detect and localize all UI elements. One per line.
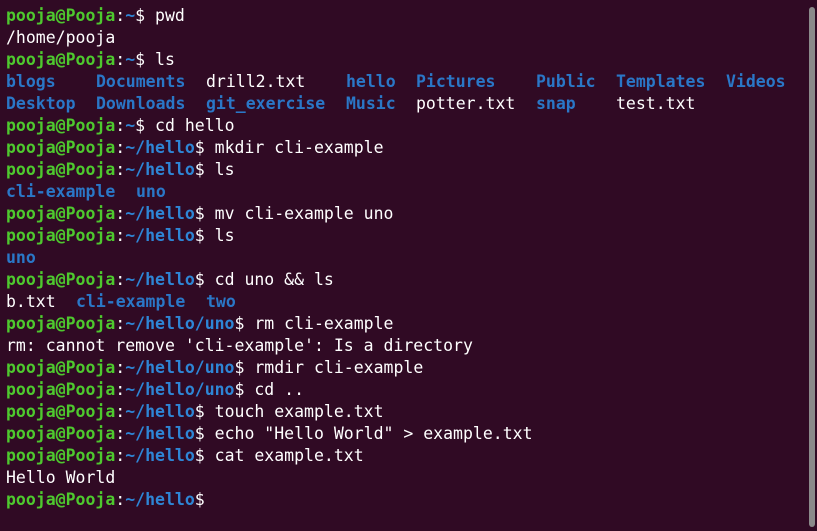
- prompt-line: pooja@Pooja:~/hello/uno$ rm cli-example: [6, 314, 394, 333]
- prompt-user: pooja@Pooja: [6, 160, 116, 179]
- listing-row: b.txt cli-example two: [6, 291, 817, 313]
- prompt-line: pooja@Pooja:~$ ls: [6, 50, 175, 69]
- dir-entry: Downloads: [96, 94, 186, 113]
- listing-row: blogs Documents drill2.txt hello Pictures Pub…: [6, 71, 817, 93]
- prompt-line: pooja@Pooja:~/hello/uno$ rmdir cli-examp…: [6, 358, 424, 377]
- prompt-path: ~/hello/uno: [125, 380, 235, 399]
- prompt-user: pooja@Pooja: [6, 226, 116, 245]
- dir-entry: blogs: [6, 72, 56, 91]
- listing-row: Desktop Downloads git_exercise Music potter.…: [6, 93, 817, 115]
- dir-entry: Videos: [726, 72, 786, 91]
- prompt-line: pooja@Pooja:~/hello$ mkdir cli-example: [6, 138, 384, 157]
- dir-entry: snap: [536, 94, 576, 113]
- dir-entry: uno: [6, 248, 36, 267]
- current-prompt-line[interactable]: pooja@Pooja:~/hello$: [6, 489, 817, 511]
- prompt-user: pooja@Pooja: [6, 116, 116, 135]
- prompt-user: pooja@Pooja: [6, 50, 116, 69]
- prompt-path: ~/hello: [125, 160, 195, 179]
- prompt-line: pooja@Pooja:~/hello$ cd uno && ls: [6, 270, 334, 289]
- file-entry: b.txt: [6, 292, 56, 311]
- prompt-line: pooja@Pooja:~/hello/uno$ cd ..: [6, 380, 305, 399]
- command-text: cd hello: [145, 116, 235, 135]
- prompt-user: pooja@Pooja: [6, 446, 116, 465]
- prompt-path: ~/hello/uno: [125, 358, 235, 377]
- prompt-line: pooja@Pooja:~/hello$ ls: [6, 226, 235, 245]
- file-entry: drill2.txt: [206, 72, 306, 91]
- command-text: rm cli-example: [244, 314, 394, 333]
- dir-entry: cli-example: [6, 182, 116, 201]
- output-line: rm: cannot remove 'cli-example': Is a di…: [6, 335, 817, 357]
- prompt-path: ~/hello: [125, 204, 195, 223]
- terminal-window[interactable]: pooja@Pooja:~$ pwd /home/pooja pooja@Poo…: [0, 0, 817, 531]
- command-text: touch example.txt: [204, 402, 384, 421]
- command-text: cat example.txt: [204, 446, 364, 465]
- command-text: mv cli-example uno: [204, 204, 394, 223]
- command-text: ls: [145, 50, 175, 69]
- dir-entry: Documents: [96, 72, 186, 91]
- prompt-line: pooja@Pooja:~/hello$ echo "Hello World" …: [6, 424, 533, 443]
- prompt-path: ~/hello: [125, 446, 195, 465]
- prompt-path: ~/hello: [125, 424, 195, 443]
- command-text: mkdir cli-example: [204, 138, 384, 157]
- scrollbar[interactable]: [806, 0, 817, 531]
- prompt-path: ~/hello: [125, 402, 195, 421]
- prompt-user: pooja@Pooja: [6, 358, 116, 377]
- prompt-line: pooja@Pooja:~$ cd hello: [6, 116, 235, 135]
- prompt-line: pooja@Pooja:~/hello$ touch example.txt: [6, 402, 384, 421]
- output-text: /home/pooja: [6, 28, 116, 47]
- dir-entry: Desktop: [6, 94, 76, 113]
- prompt-user: pooja@Pooja: [6, 424, 116, 443]
- prompt-user: pooja@Pooja: [6, 6, 116, 25]
- dir-entry: Templates: [616, 72, 706, 91]
- command-text: cd ..: [244, 380, 305, 399]
- prompt-path: ~/hello: [125, 226, 195, 245]
- prompt-user: pooja@Pooja: [6, 314, 116, 333]
- prompt-line: pooja@Pooja:~/hello$ ls: [6, 160, 235, 179]
- command-text: pwd: [145, 6, 185, 25]
- dir-entry: uno: [136, 182, 166, 201]
- prompt-path: ~: [125, 50, 136, 69]
- prompt-user: pooja@Pooja: [6, 204, 116, 223]
- terminal-output: pooja@Pooja:~$ pwd /home/pooja pooja@Poo…: [6, 5, 817, 511]
- prompt-user: pooja@Pooja: [6, 270, 116, 289]
- prompt-user: pooja@Pooja: [6, 138, 116, 157]
- file-entry: test.txt: [616, 94, 696, 113]
- listing-row: cli-example uno: [6, 181, 817, 203]
- listing-row: uno: [6, 247, 817, 269]
- dir-entry: git_exercise: [206, 94, 326, 113]
- scrollbar-thumb[interactable]: [809, 7, 815, 527]
- command-text: echo "Hello World" > example.txt: [204, 424, 533, 443]
- prompt-line: pooja@Pooja:~/hello$ mv cli-example uno: [6, 204, 394, 223]
- command-text: cd uno && ls: [204, 270, 334, 289]
- prompt-user: pooja@Pooja: [6, 380, 116, 399]
- prompt-line: pooja@Pooja:~$ pwd: [6, 6, 185, 25]
- prompt-path: ~/hello: [125, 490, 195, 509]
- command-text: rmdir cli-example: [244, 358, 424, 377]
- prompt-path: ~/hello: [125, 270, 195, 289]
- dir-entry: Pictures: [416, 72, 496, 91]
- dir-entry: hello: [346, 72, 396, 91]
- output-line: /home/pooja: [6, 27, 817, 49]
- output-line: Hello World: [6, 467, 817, 489]
- command-text: ls: [204, 226, 235, 245]
- output-text: Hello World: [6, 468, 116, 487]
- error-text: rm: cannot remove 'cli-example': Is a di…: [6, 336, 473, 355]
- prompt-user: pooja@Pooja: [6, 490, 116, 509]
- file-entry: potter.txt: [416, 94, 516, 113]
- prompt-path: ~: [125, 116, 136, 135]
- dir-entry: cli-example: [76, 292, 186, 311]
- prompt-line: pooja@Pooja:~/hello$ cat example.txt: [6, 446, 364, 465]
- command-text: ls: [204, 160, 235, 179]
- prompt-path: ~/hello: [125, 138, 195, 157]
- dir-entry: Music: [346, 94, 396, 113]
- prompt-path: ~/hello/uno: [125, 314, 235, 333]
- prompt-path: ~: [125, 6, 136, 25]
- prompt-user: pooja@Pooja: [6, 402, 116, 421]
- dir-entry: two: [206, 292, 236, 311]
- dir-entry: Public: [536, 72, 596, 91]
